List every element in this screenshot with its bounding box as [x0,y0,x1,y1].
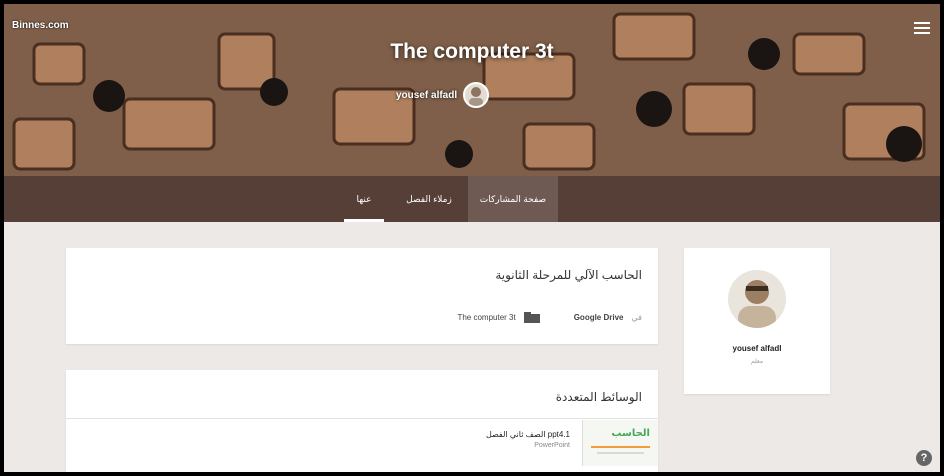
media-title: الوسائط المتعددة [555,390,642,404]
tab-classmates[interactable]: زملاء الفصل [390,176,468,222]
profile-card: yousef alfadl معلم [684,248,830,394]
media-card: الوسائط المتعددة ppt4.1 الصف ثاني الفصل … [66,370,658,472]
storage-label: Google Drive [573,313,624,322]
owner-name: yousef alfadl [396,89,458,101]
page-frame: Binnes.com The computer 3t yousef alfadl… [4,4,940,472]
storage-suffix: في [631,313,643,322]
tab-about[interactable]: عنها [338,176,390,222]
description-card: الحاسب الآلي للمرحلة الثانوية The comput… [66,248,658,344]
media-divider [66,418,658,419]
thumb-text: الحاسب [611,428,650,439]
site-logo-text[interactable]: Binnes.com [12,20,69,31]
menu-icon[interactable] [914,22,930,34]
profile-role: معلم [750,359,764,365]
folder-label: The computer 3t [457,313,516,322]
file-info: ppt4.1 الصف ثاني الفصل PowerPoint [486,430,570,449]
main-nav: عنها زملاء الفصل صفحة المشاركات [4,176,940,222]
tab-posts[interactable]: صفحة المشاركات [468,176,558,222]
description-title: الحاسب الآلي للمرحلة الثانوية [495,268,642,282]
media-file-item[interactable]: ppt4.1 الصف ثاني الفصل PowerPoint الحاسب [66,420,658,468]
owner-link[interactable]: yousef alfadl [396,82,490,108]
page-title: The computer 3t [390,40,554,63]
owner-avatar [463,82,490,108]
file-name: ppt4.1 الصف ثاني الفصل [485,430,570,439]
folder-icon [523,312,540,323]
hero-banner: Binnes.com The computer 3t yousef alfadl [4,4,940,176]
profile-name: yousef alfadl [732,344,782,353]
file-thumbnail[interactable]: الحاسب [582,420,658,466]
drive-attachment[interactable]: The computer 3t Google Drive في [457,312,642,323]
profile-avatar[interactable] [728,270,786,328]
file-type: PowerPoint [534,442,570,449]
help-icon[interactable]: ? [916,450,932,466]
